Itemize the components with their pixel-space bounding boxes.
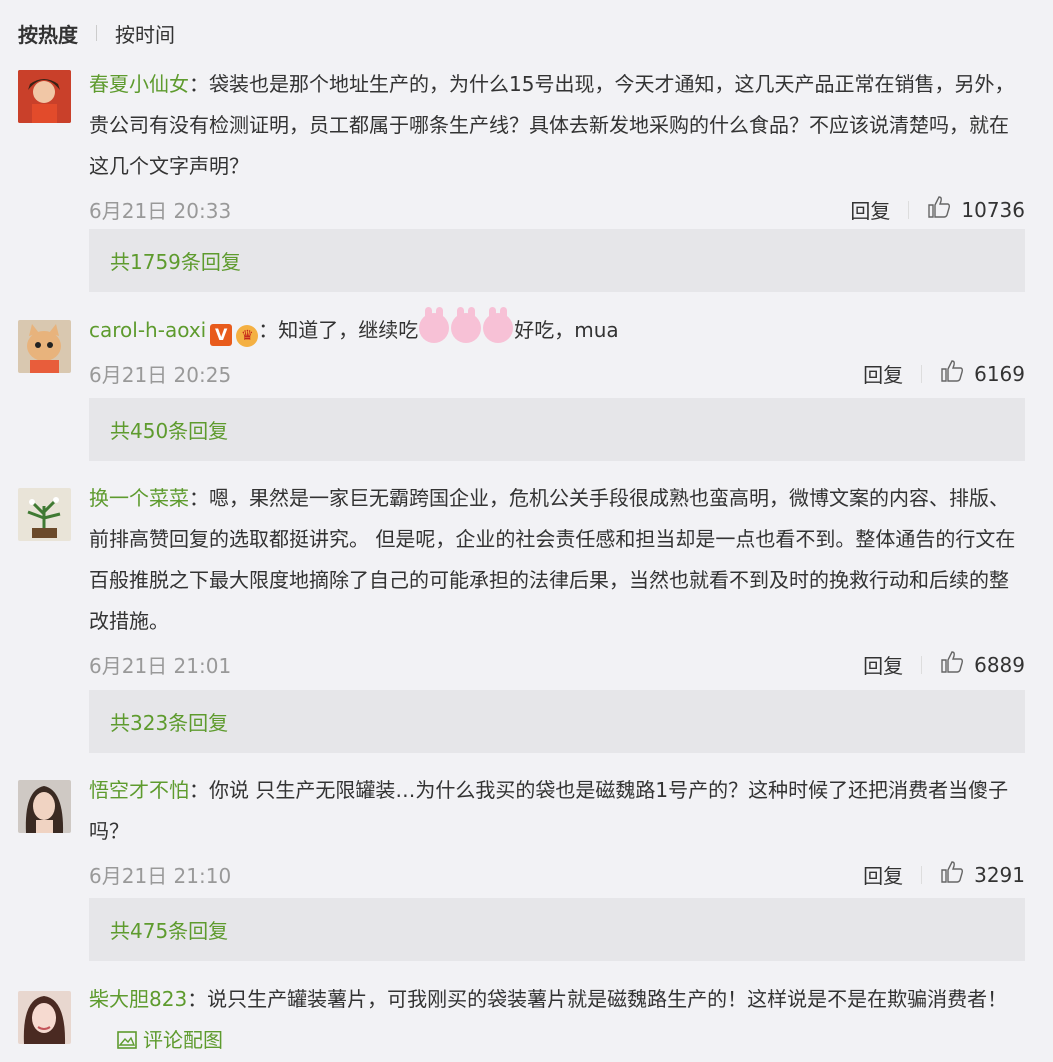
- comment-image-link[interactable]: 评论配图: [117, 1028, 223, 1052]
- comment-text: carol-h-aoxi V ♛ ：知道了，继续吃 好吃，mua: [89, 307, 1025, 351]
- username-link[interactable]: 悟空才不怕: [89, 778, 189, 802]
- like-count: 6889: [974, 652, 1025, 677]
- avatar[interactable]: [18, 488, 71, 541]
- bunny-emoji-icon: [483, 307, 514, 343]
- sort-by-hot-tab[interactable]: 按热度: [18, 19, 78, 48]
- replies-expander[interactable]: 共323条回复: [89, 690, 1025, 753]
- comment-meta: 6月21日 20:25 回复 6169: [89, 355, 1025, 391]
- comment-text: 换一个菜菜：嗯，果然是一家巨无霸跨国企业，危机公关手段很成熟也蛮高明，微博文案的…: [89, 486, 1016, 633]
- username-link[interactable]: carol-h-aoxi: [89, 318, 206, 342]
- reply-count-link[interactable]: 共323条回复: [110, 707, 228, 736]
- replies-expander[interactable]: 共450条回复: [89, 398, 1025, 461]
- avatar[interactable]: [18, 780, 71, 833]
- comment-meta: 6月21日 21:01 回复 6889: [89, 646, 1025, 682]
- divider: [921, 364, 923, 383]
- avatar[interactable]: [18, 320, 71, 373]
- comment-meta: 6月21日 20:33 回复 10736: [89, 191, 1025, 227]
- divider: [908, 200, 910, 219]
- timestamp: 6月21日 20:33: [89, 199, 232, 223]
- timestamp: 6月21日 21:01: [89, 654, 232, 678]
- verified-v-icon: V: [210, 324, 233, 346]
- comment-text: 悟空才不怕：你说 只生产无限罐装…为什么我买的袋也是磁魏路1号产的？这种时候了还…: [89, 778, 1009, 843]
- thumbs-up-icon[interactable]: [940, 861, 964, 888]
- username-link[interactable]: 柴大胆823: [89, 987, 187, 1011]
- crown-icon: ♛: [236, 325, 259, 347]
- like-count: 6169: [974, 361, 1025, 386]
- thumbs-up-icon[interactable]: [940, 360, 964, 387]
- bunny-emoji-icon: [419, 307, 450, 343]
- comment-meta: 6月21日 21:10 回复 3291: [89, 856, 1025, 892]
- username-link[interactable]: 春夏小仙女: [89, 72, 189, 96]
- bunny-emoji-icon: [451, 307, 482, 343]
- reply-button[interactable]: 回复: [863, 860, 903, 889]
- like-count: 3291: [974, 862, 1025, 887]
- comment-text: 柴大胆823：说只生产罐装薯片，可我刚买的袋装薯片就是磁魏路生产的！这样说是不是…: [89, 987, 1008, 1052]
- reply-button[interactable]: 回复: [863, 359, 903, 388]
- like-count: 10736: [961, 197, 1025, 222]
- timestamp: 6月21日 20:25: [89, 363, 232, 387]
- reply-count-link[interactable]: 共1759条回复: [110, 246, 241, 275]
- sort-bar: 按热度 按时间: [18, 18, 175, 48]
- divider: [96, 25, 97, 41]
- image-icon: [117, 1031, 137, 1049]
- reply-count-link[interactable]: 共450条回复: [110, 415, 228, 444]
- avatar[interactable]: [18, 70, 71, 123]
- thumbs-up-icon[interactable]: [927, 196, 951, 223]
- comment-text: 春夏小仙女：袋装也是那个地址生产的，为什么15号出现，今天才通知，这几天产品正常…: [89, 72, 1015, 178]
- timestamp: 6月21日 21:10: [89, 864, 232, 888]
- divider: [921, 655, 923, 674]
- reply-count-link[interactable]: 共475条回复: [110, 915, 228, 944]
- replies-expander[interactable]: 共475条回复: [89, 898, 1025, 961]
- divider: [921, 865, 923, 884]
- sort-by-time-tab[interactable]: 按时间: [115, 19, 175, 48]
- reply-button[interactable]: 回复: [863, 650, 903, 679]
- thumbs-up-icon[interactable]: [940, 651, 964, 678]
- reply-button[interactable]: 回复: [850, 195, 890, 224]
- avatar[interactable]: [18, 991, 71, 1044]
- replies-expander[interactable]: 共1759条回复: [89, 229, 1025, 292]
- username-link[interactable]: 换一个菜菜: [89, 486, 189, 510]
